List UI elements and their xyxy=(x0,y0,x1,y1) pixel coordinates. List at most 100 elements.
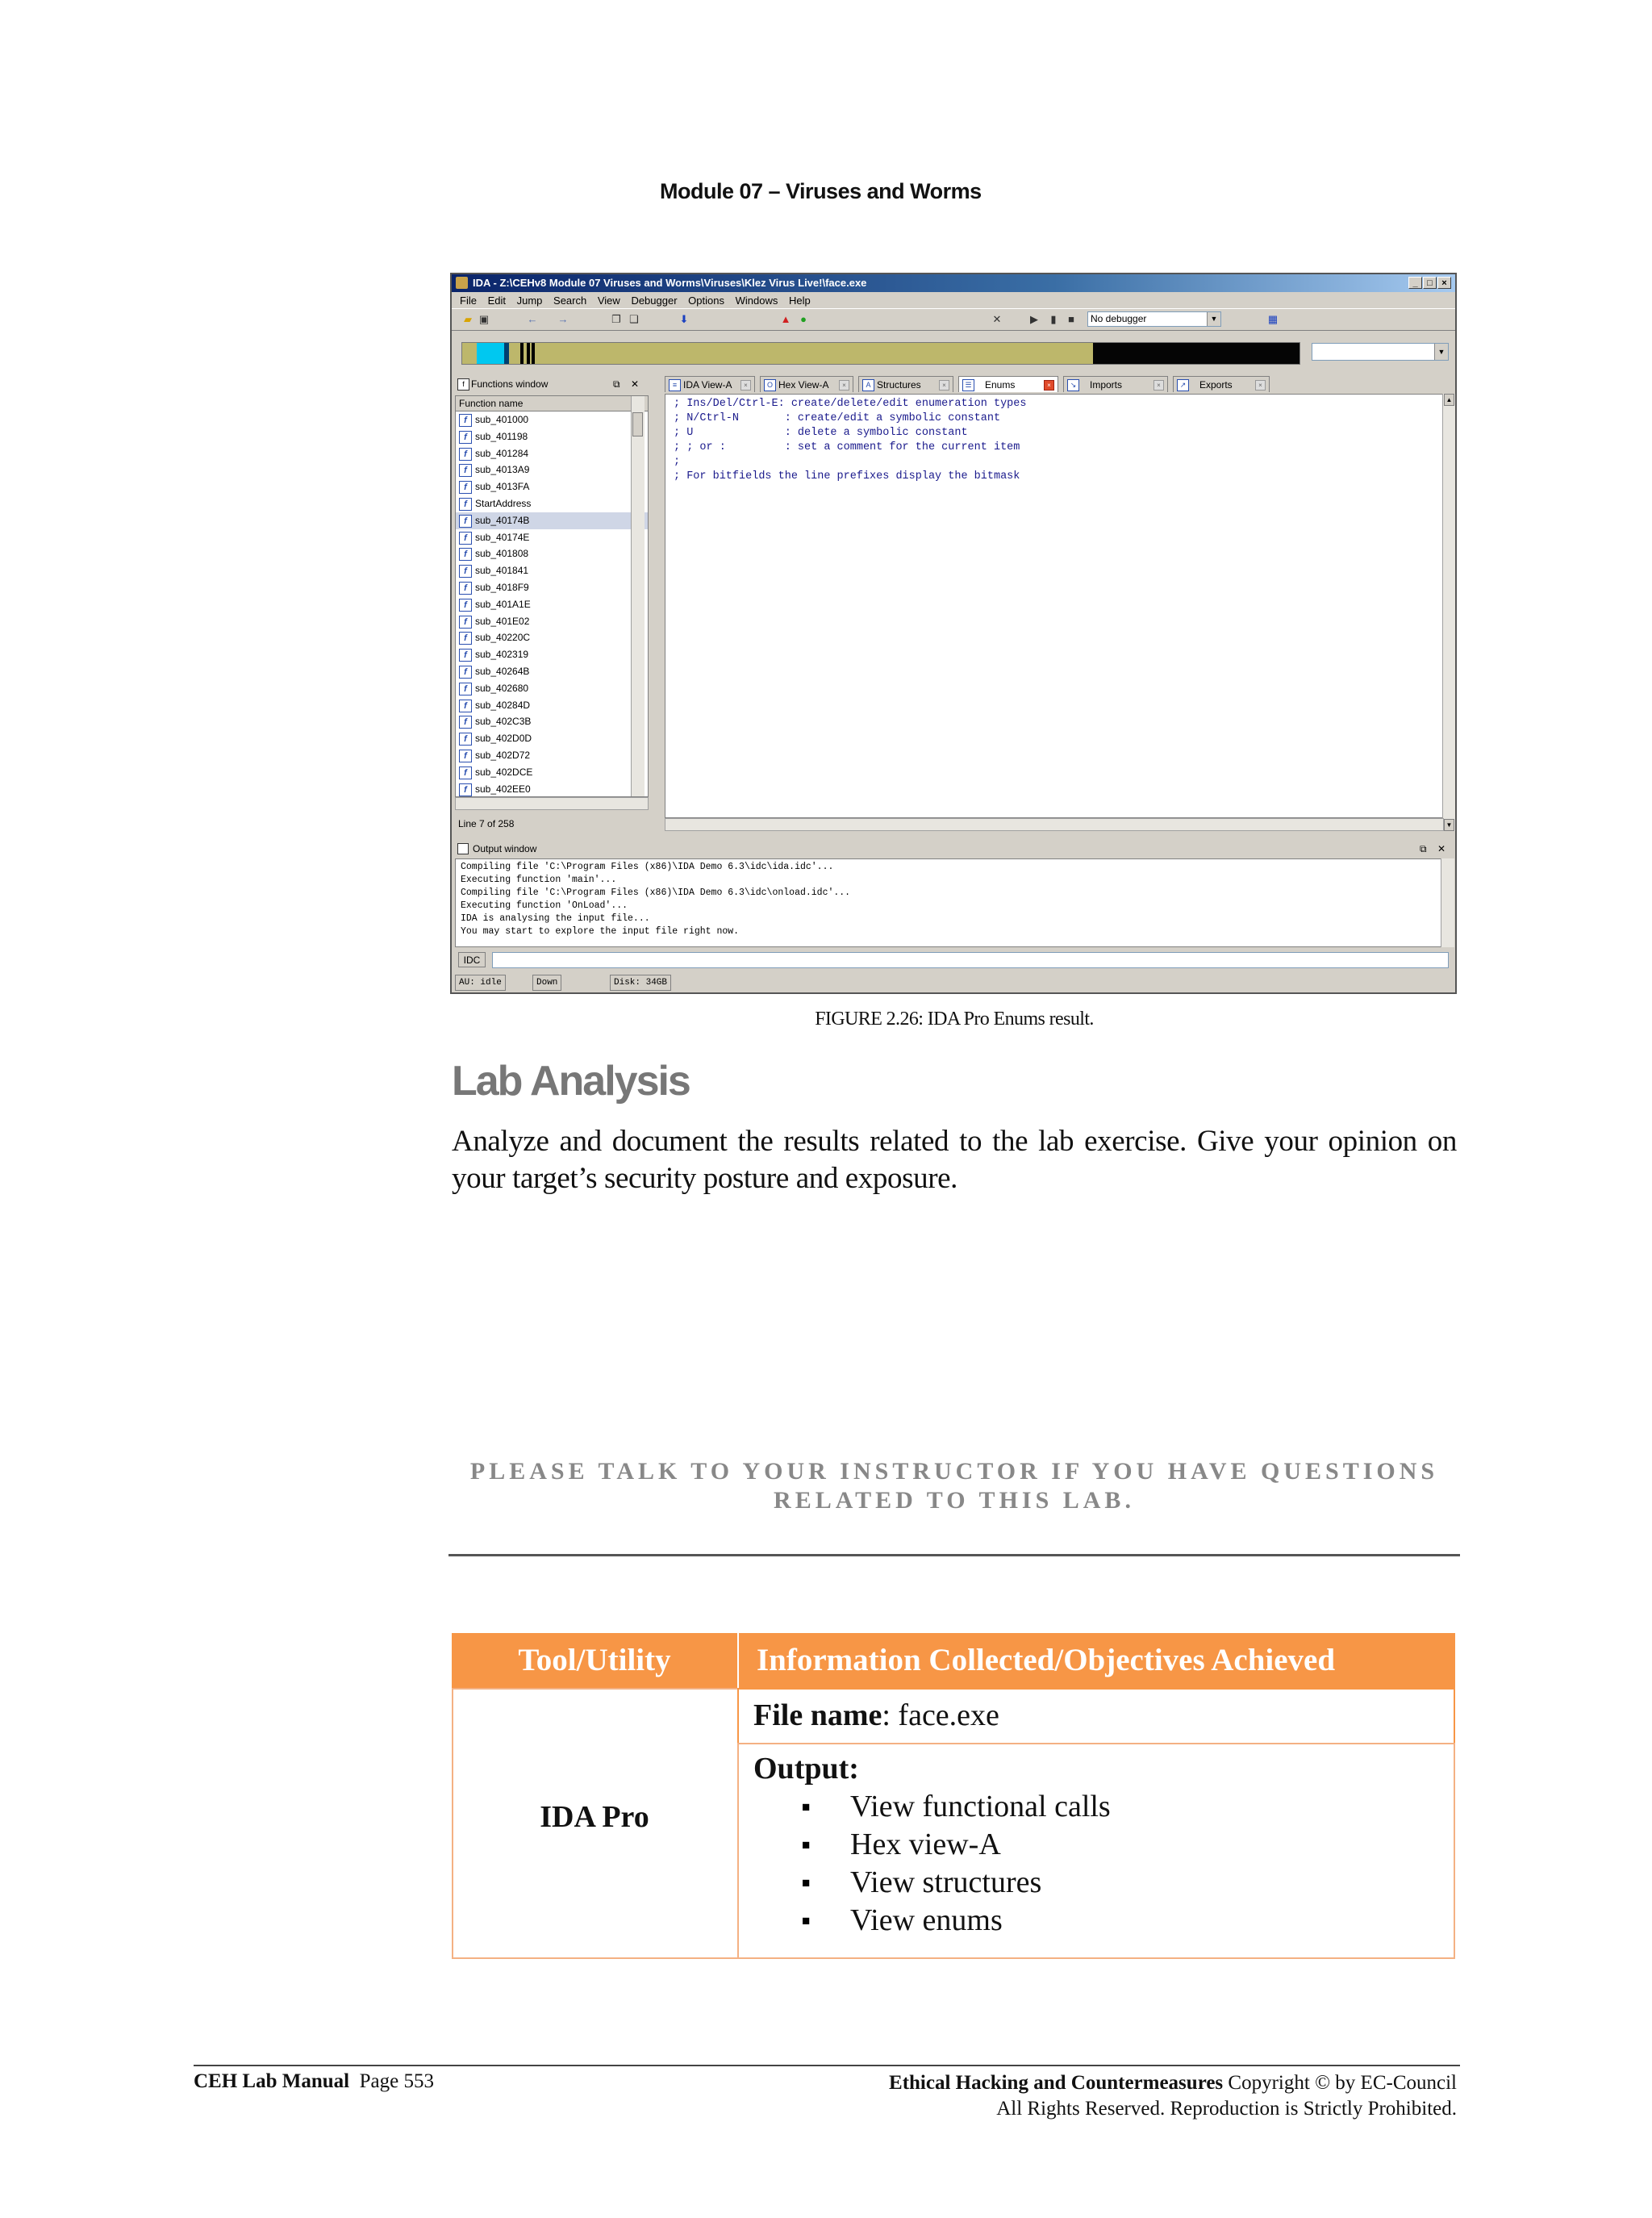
close-icon[interactable]: × xyxy=(939,380,949,391)
menu-help[interactable]: Help xyxy=(789,294,811,307)
functions-scrollbar[interactable] xyxy=(631,396,645,796)
open-icon[interactable]: ▰ xyxy=(461,313,474,326)
scroll-thumb[interactable] xyxy=(632,412,643,436)
breakpoint-icon[interactable]: ▲ xyxy=(779,313,792,326)
function-icon: f xyxy=(459,464,472,478)
tab-ida-view-a[interactable]: ≡ IDA View-A × xyxy=(665,376,755,392)
pause-icon[interactable]: ▮ xyxy=(1047,313,1060,326)
tab-imports[interactable]: ↘ Imports × xyxy=(1063,376,1168,392)
function-row[interactable]: f sub_401808 xyxy=(456,545,648,562)
graph-icon[interactable]: ▦ xyxy=(1266,313,1279,326)
function-row[interactable]: f sub_40220C xyxy=(456,629,648,646)
maximize-button[interactable]: □ xyxy=(1423,277,1437,289)
scroll-up-icon[interactable]: ▲ xyxy=(1444,394,1454,406)
menu-windows[interactable]: Windows xyxy=(736,294,778,307)
status-bar: AU: idle Down Disk: 34GB xyxy=(452,973,1455,991)
close-button[interactable]: × xyxy=(1437,277,1451,289)
function-icon: f xyxy=(459,430,472,444)
function-row[interactable]: f sub_4013A9 xyxy=(456,462,648,478)
info-column-header: Information Collected/Objectives Achieve… xyxy=(739,1633,1455,1688)
close-icon[interactable]: ✕ xyxy=(1437,841,1446,857)
function-row[interactable]: f sub_40174E xyxy=(456,529,648,546)
tab-exports[interactable]: ↗ Exports × xyxy=(1173,376,1270,392)
cross-icon[interactable]: ✕ xyxy=(991,313,1003,326)
tab-structures[interactable]: A Structures × xyxy=(858,376,953,392)
enums-horizontal-scrollbar[interactable] xyxy=(665,818,1444,831)
function-row[interactable]: f sub_402680 xyxy=(456,680,648,697)
scroll-down-icon[interactable]: ▼ xyxy=(1444,819,1454,831)
function-row[interactable]: f sub_401A1E xyxy=(456,596,648,613)
function-row[interactable]: f sub_402DCE xyxy=(456,764,648,781)
close-icon[interactable]: × xyxy=(740,380,751,391)
function-row[interactable]: f sub_401000 xyxy=(456,411,648,428)
function-icon: f xyxy=(459,548,472,562)
window-title: IDA - Z:\CEHv8 Module 07 Viruses and Wor… xyxy=(473,277,867,289)
function-icon: f xyxy=(459,783,472,796)
close-icon[interactable]: × xyxy=(839,380,849,391)
menu-edit[interactable]: Edit xyxy=(488,294,506,307)
tab-hex-view-a[interactable]: O Hex View-A × xyxy=(760,376,853,392)
menu-jump[interactable]: Jump xyxy=(517,294,543,307)
status-autoanalysis: AU: idle xyxy=(455,975,506,991)
save-icon[interactable]: ▣ xyxy=(478,313,490,326)
function-row[interactable]: f sub_401841 xyxy=(456,562,648,579)
function-name: sub_401E02 xyxy=(475,615,530,627)
function-row[interactable]: f sub_402D0D xyxy=(456,730,648,747)
menu-view[interactable]: View xyxy=(598,294,620,307)
close-icon[interactable]: × xyxy=(1153,380,1164,391)
down-arrow-icon[interactable]: ⬇ xyxy=(678,313,690,326)
restore-icon[interactable]: ⧉ xyxy=(1420,841,1427,857)
function-name-column-header[interactable]: Function name xyxy=(456,396,648,411)
enums-scrollbar[interactable]: ▲ ▼ xyxy=(1442,394,1455,831)
debugger-select[interactable]: No debugger ▼ xyxy=(1087,311,1221,327)
nav-combo[interactable]: ▼ xyxy=(1312,343,1449,361)
functions-pane-header: f Functions window ⧉ ✕ xyxy=(455,376,657,392)
restore-icon[interactable]: ⧉ xyxy=(613,376,620,392)
run-icon[interactable]: ● xyxy=(797,313,810,326)
idc-input[interactable] xyxy=(492,952,1449,968)
menu-debugger[interactable]: Debugger xyxy=(631,294,677,307)
menu-file[interactable]: File xyxy=(460,294,477,307)
function-icon: f xyxy=(459,716,472,729)
enums-view[interactable]: ; Ins/Del/Ctrl-E: create/delete/edit enu… xyxy=(665,394,1444,818)
function-row[interactable]: f sub_401E02 xyxy=(456,613,648,630)
copy-icon[interactable]: ❐ xyxy=(610,313,623,326)
function-row[interactable]: f sub_40174B xyxy=(456,512,648,529)
function-row[interactable]: f sub_4013FA xyxy=(456,478,648,495)
function-row[interactable]: f sub_402EE0 xyxy=(456,781,648,796)
function-row[interactable]: f sub_402319 xyxy=(456,646,648,663)
forward-icon[interactable]: → xyxy=(557,313,569,326)
function-row[interactable]: f sub_40264B xyxy=(456,663,648,680)
function-name: sub_401284 xyxy=(475,447,529,459)
nav-segment xyxy=(504,343,509,364)
function-name: sub_402EE0 xyxy=(475,783,531,795)
minimize-button[interactable]: _ xyxy=(1408,277,1422,289)
navigation-band[interactable] xyxy=(461,342,1300,365)
output-window[interactable]: Compiling file 'C:\Program Files (x86)\I… xyxy=(455,858,1442,947)
function-row[interactable]: f sub_402C3B xyxy=(456,713,648,730)
paste-icon[interactable]: ❑ xyxy=(628,313,640,326)
close-icon[interactable]: × xyxy=(1044,380,1054,391)
menu-options[interactable]: Options xyxy=(688,294,724,307)
function-icon: f xyxy=(459,649,472,662)
function-icon: f xyxy=(459,733,472,746)
back-icon[interactable]: ← xyxy=(526,313,539,326)
function-row[interactable]: f sub_402D72 xyxy=(456,747,648,764)
function-row[interactable]: f StartAddress xyxy=(456,495,648,512)
function-row[interactable]: f sub_401284 xyxy=(456,445,648,462)
stop-icon[interactable]: ■ xyxy=(1065,313,1078,326)
function-row[interactable]: f sub_40284D xyxy=(456,697,648,714)
functions-horizontal-scrollbar[interactable] xyxy=(455,797,649,810)
status-disk: Disk: 34GB xyxy=(610,975,672,991)
close-icon[interactable]: ✕ xyxy=(631,376,639,392)
idc-button[interactable]: IDC xyxy=(458,952,486,967)
function-row[interactable]: f sub_401198 xyxy=(456,428,648,445)
functions-list[interactable]: Function name f sub_401000 f sub_401198 f sub… xyxy=(455,395,649,797)
footer-rights: All Rights Reserved. Reproduction is Str… xyxy=(996,2098,1457,2120)
play-icon[interactable]: ▶ xyxy=(1028,313,1041,326)
output-scrollbar[interactable] xyxy=(1441,858,1454,947)
function-row[interactable]: f sub_4018F9 xyxy=(456,579,648,596)
menu-search[interactable]: Search xyxy=(553,294,586,307)
close-icon[interactable]: × xyxy=(1255,380,1266,391)
tab-enums[interactable]: ☰ Enums × xyxy=(958,376,1058,392)
